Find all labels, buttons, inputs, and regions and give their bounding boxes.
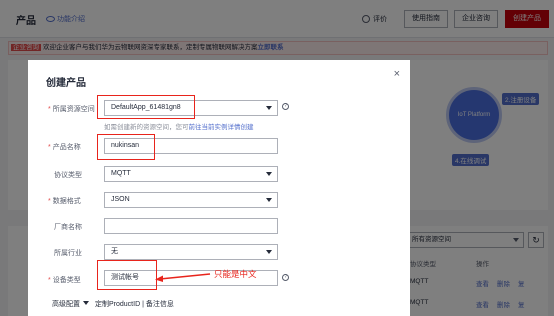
advanced-config-desc: 定制ProductID | 备注信息 — [95, 301, 174, 308]
help-icon[interactable]: ? — [282, 274, 289, 281]
industry-select[interactable]: 无 — [104, 244, 278, 260]
chevron-down-icon — [83, 301, 89, 305]
annotation-text: 只能是中文 — [214, 269, 257, 279]
resource-space-hint: 如需创建新的资源空间，您可前往当前实例详情创建 — [104, 124, 254, 131]
protocol-select[interactable]: MQTT — [104, 166, 278, 182]
annotation-arrow — [155, 273, 211, 282]
instance-detail-link[interactable]: 前往当前实例详情创建 — [189, 124, 254, 131]
annotation-box-resource-space — [97, 95, 195, 119]
chevron-down-icon — [266, 250, 272, 254]
resource-space-label: * 所属资源空间 — [48, 106, 95, 113]
help-icon[interactable]: ? — [282, 103, 289, 110]
data-format-label: * 数据格式 — [48, 198, 81, 205]
manufacturer-label: 厂商名称 — [54, 224, 82, 231]
device-type-label: * 设备类型 — [48, 277, 81, 284]
chevron-down-icon — [266, 106, 272, 110]
product-name-label: * 产品名称 — [48, 144, 81, 151]
chevron-down-icon — [266, 198, 272, 202]
annotation-box-product-name — [97, 134, 155, 160]
dialog-title: 创建产品 — [46, 78, 86, 89]
close-icon[interactable]: × — [394, 68, 400, 80]
annotation-box-device-type — [97, 260, 157, 290]
advanced-config-toggle[interactable]: 高级配置 定制ProductID | 备注信息 — [52, 299, 174, 309]
protocol-label: 协议类型 — [54, 172, 82, 179]
chevron-down-icon — [266, 172, 272, 176]
data-format-select[interactable]: JSON — [104, 192, 278, 208]
manufacturer-input[interactable] — [104, 218, 278, 234]
industry-label: 所属行业 — [54, 250, 82, 257]
